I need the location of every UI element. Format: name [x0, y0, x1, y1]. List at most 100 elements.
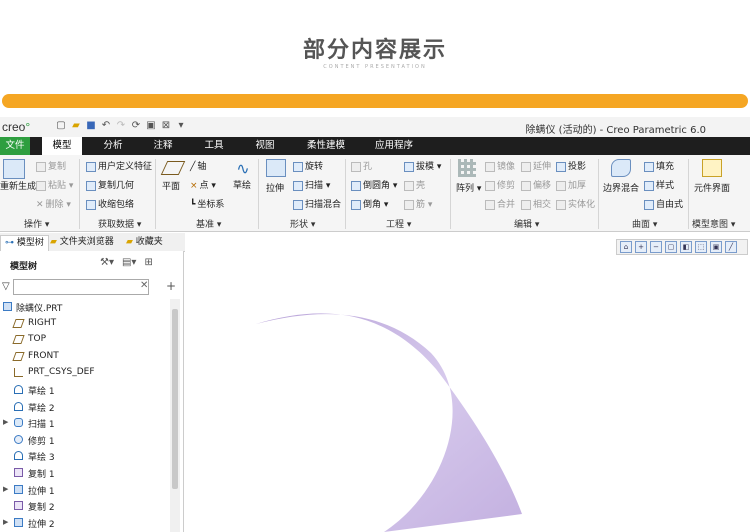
udf-button[interactable]: 用户定义特征 [86, 159, 152, 172]
thicken-button[interactable]: 加厚 [556, 178, 586, 191]
tab-applications[interactable]: 应用程序 [370, 137, 418, 155]
tree-settings-icon[interactable]: ⚒▾ [100, 257, 114, 268]
solidify-button[interactable]: 实体化 [556, 197, 595, 210]
add-icon[interactable]: + [166, 279, 176, 293]
copy-geometry-button[interactable]: 复制几何 [86, 178, 134, 191]
plane-button[interactable]: 平面 [160, 159, 186, 192]
group-editing[interactable]: 编辑 ▾ [514, 217, 539, 230]
freestyle-button[interactable]: 自由式 [644, 197, 683, 210]
trim-button[interactable]: 修剪 [485, 178, 515, 191]
redo-icon[interactable]: ↷ [115, 120, 127, 132]
chamfer-button[interactable]: 倒角 ▾ [351, 197, 388, 210]
undo-icon[interactable]: ↶ [100, 120, 112, 132]
project-button[interactable]: 投影 [556, 159, 586, 172]
csys-button[interactable]: ┗ 坐标系 [190, 197, 224, 211]
group-datum[interactable]: 基准 ▾ [196, 217, 221, 230]
hole-button[interactable]: 孔 [351, 159, 372, 172]
tree-item[interactable]: ▶ 拉伸 1 [0, 482, 170, 499]
boundary-blend-button[interactable]: 边界混合 [603, 159, 639, 194]
search-input[interactable] [13, 279, 149, 295]
tree-item[interactable]: 草绘 3 [0, 448, 170, 465]
delete-button[interactable]: ✕ 删除 ▾ [36, 197, 71, 211]
group-operations[interactable]: 操作 ▾ [24, 217, 49, 230]
regenerate-button[interactable]: 重新生成 [0, 159, 36, 192]
rib-icon [404, 199, 414, 210]
sweep-icon [14, 418, 23, 428]
tab-folder-browser[interactable]: ▰ 文件夹浏览器 [50, 235, 114, 250]
swept-blend-button[interactable]: 扫描混合 [293, 197, 341, 210]
show-icon[interactable]: ▤▾ [122, 257, 136, 268]
revolve-button[interactable]: 旋转 [293, 159, 323, 172]
rib-button[interactable]: 筋 ▾ [404, 197, 432, 210]
extend-button[interactable]: 延伸 [521, 159, 551, 172]
shrinkwrap-button[interactable]: 收缩包络 [86, 197, 134, 210]
extrude-button[interactable]: 拉伸 [264, 159, 286, 194]
surface-feature[interactable] [256, 313, 522, 532]
merge-button[interactable]: 合并 [485, 197, 515, 210]
open-folder-icon[interactable]: ▰ [70, 120, 82, 132]
pattern-button[interactable]: 阵列 ▾ [456, 159, 481, 194]
expand-arrow-icon[interactable]: ▶ [3, 485, 8, 493]
tab-tools[interactable]: 工具 [196, 137, 232, 155]
save-icon[interactable]: ■ [85, 120, 97, 132]
mirror-button[interactable]: 镜像 [485, 159, 515, 172]
clear-icon[interactable]: ✕ [140, 280, 148, 291]
graphics-area[interactable]: ⌂ + − ▢ ◧ ⬚ ▣ ╱ [186, 233, 750, 532]
tree-item[interactable]: PRT_CSYS_DEF [0, 365, 170, 382]
component-interface-button[interactable]: 元件界面 [694, 159, 730, 194]
axis-button[interactable]: ╱ 轴 [190, 159, 206, 173]
new-file-icon[interactable]: ▢ [55, 120, 67, 132]
shrinkwrap-icon [86, 199, 96, 210]
model-viewport[interactable] [186, 233, 750, 532]
windows-icon[interactable]: ▣ [145, 120, 157, 132]
tree-toolbar: ⚒▾ ▤▾ ⊞ [100, 257, 153, 268]
intersect-button[interactable]: 相交 [521, 197, 551, 210]
tab-favorites[interactable]: ▰ 收藏夹 [126, 235, 163, 250]
tab-flexible-modeling[interactable]: 柔性建模 [300, 137, 352, 155]
fill-button[interactable]: 填充 [644, 159, 674, 172]
expand-arrow-icon[interactable]: ▶ [3, 418, 8, 426]
regenerate-icon[interactable]: ⟳ [130, 120, 142, 132]
tree-filter-icon[interactable]: ⊞ [144, 257, 152, 268]
tab-file[interactable]: 文件 [0, 137, 30, 155]
group-engineering[interactable]: 工程 ▾ [386, 217, 411, 230]
close-window-icon[interactable]: ⊠ [160, 120, 172, 132]
tree-item[interactable]: 草绘 1 [0, 382, 170, 399]
sketch-button[interactable]: ∿ 草绘 [233, 159, 251, 191]
csys-icon: ┗ [190, 199, 196, 210]
tab-view[interactable]: 视图 [247, 137, 283, 155]
group-model-intent[interactable]: 模型意图 ▾ [692, 217, 735, 230]
offset-button[interactable]: 偏移 [521, 178, 551, 191]
draft-button[interactable]: 拔模 ▾ [404, 159, 441, 172]
paste-button[interactable]: 粘贴 ▾ [36, 178, 73, 191]
customize-chevron-icon[interactable]: ▾ [175, 120, 187, 132]
tree-item[interactable]: 复制 1 [0, 465, 170, 482]
expand-arrow-icon[interactable]: ▶ [3, 518, 8, 526]
sweep-button[interactable]: 扫描 ▾ [293, 178, 330, 191]
tree-item[interactable]: TOP [0, 332, 170, 349]
model-tree: 除螨仪.PRT RIGHT TOP FRONT PRT_CSYS_DEF 草绘 1 草绘 2… [0, 299, 170, 531]
tree-item[interactable]: ▶ 拉伸 2 [0, 515, 170, 532]
tree-scrollbar[interactable] [170, 299, 180, 532]
style-button[interactable]: 样式 [644, 178, 674, 191]
group-get-data[interactable]: 获取数据 ▾ [98, 217, 141, 230]
copy-button[interactable]: 复制 [36, 159, 66, 172]
round-button[interactable]: 倒圆角 ▾ [351, 178, 397, 191]
tree-item[interactable]: 复制 2 [0, 498, 170, 515]
tab-model-tree[interactable]: ⊶ 模型树 [0, 235, 49, 251]
tree-item[interactable]: RIGHT [0, 316, 170, 333]
shell-button[interactable]: 壳 [404, 178, 425, 191]
tab-model[interactable]: 模型 [42, 137, 82, 155]
tree-item[interactable]: 草绘 2 [0, 399, 170, 416]
group-surfaces[interactable]: 曲面 ▾ [632, 217, 657, 230]
tree-item-label: 除螨仪.PRT [16, 304, 63, 314]
tab-annotate[interactable]: 注释 [145, 137, 181, 155]
point-button[interactable]: × 点 ▾ [190, 178, 216, 192]
tree-item[interactable]: FRONT [0, 349, 170, 366]
tree-item[interactable]: ▶ 扫描 1 [0, 415, 170, 432]
group-shapes[interactable]: 形状 ▾ [290, 217, 315, 230]
tab-analysis[interactable]: 分析 [95, 137, 131, 155]
scrollbar-thumb[interactable] [172, 309, 178, 489]
tree-item[interactable]: 修剪 1 [0, 432, 170, 449]
tree-item[interactable]: 除螨仪.PRT [0, 299, 170, 316]
